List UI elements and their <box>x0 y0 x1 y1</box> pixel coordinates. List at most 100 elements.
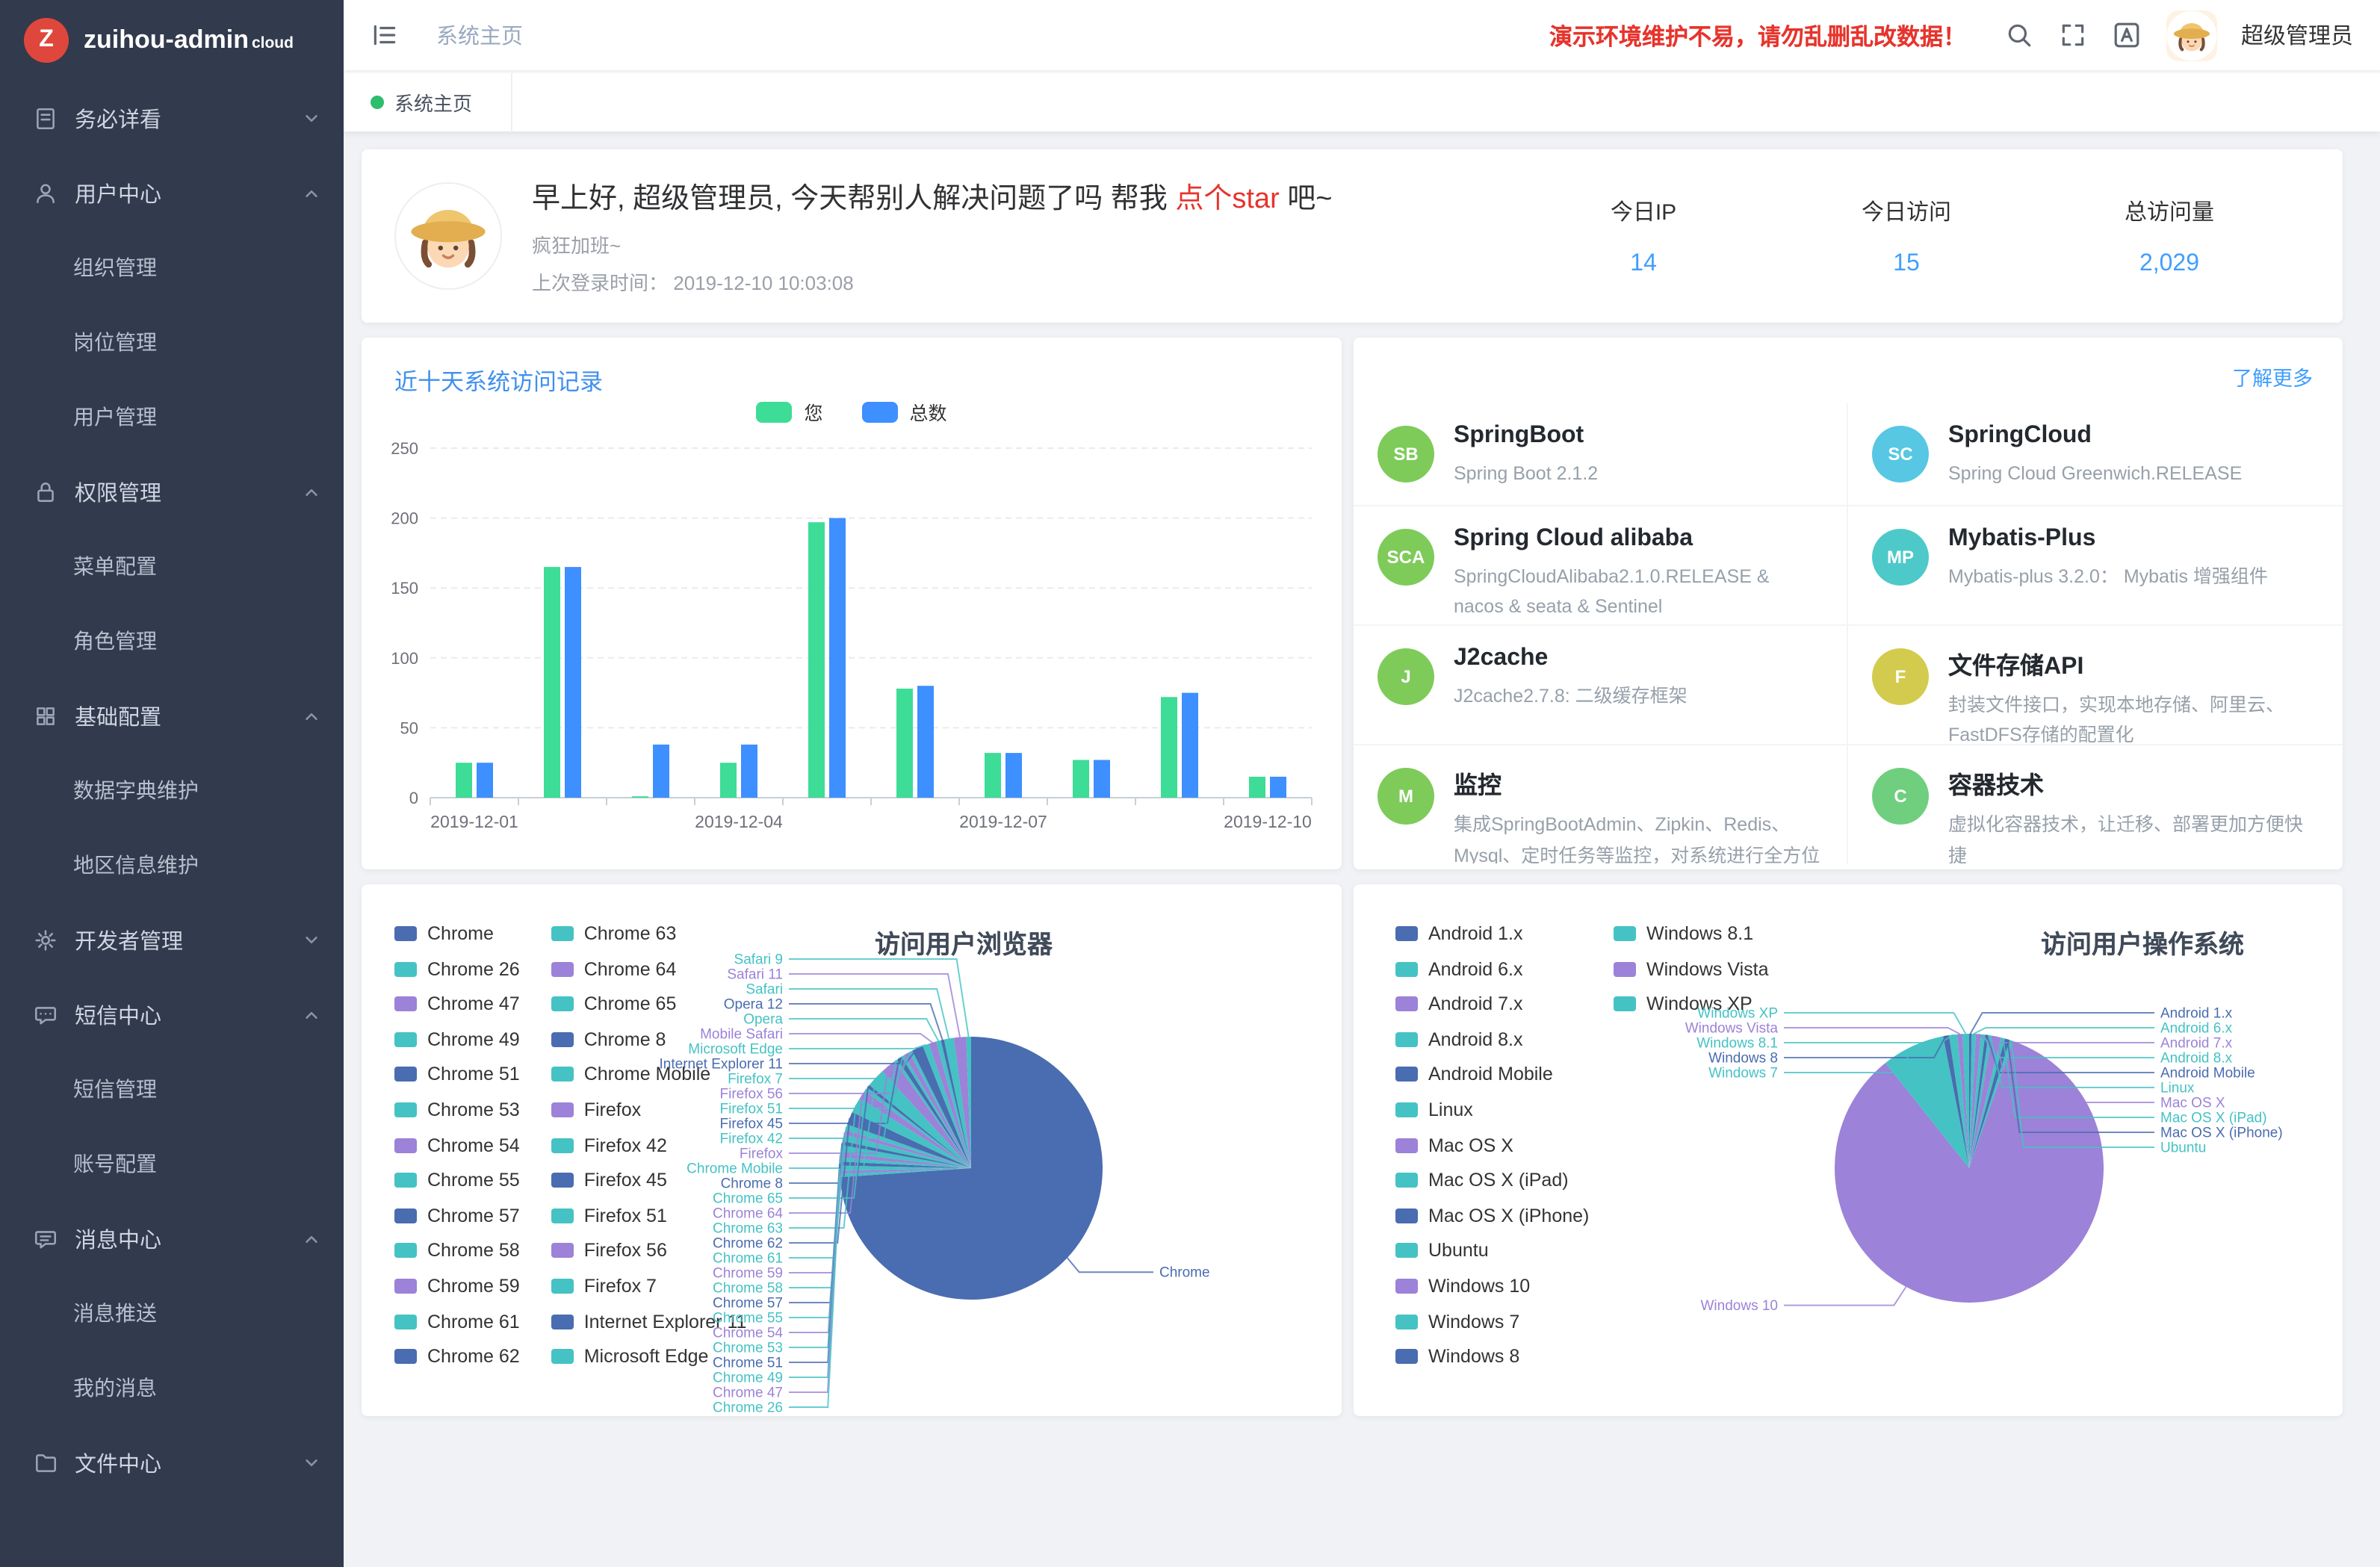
svg-text:2019-12-04: 2019-12-04 <box>695 812 783 831</box>
legend-item[interactable]: Windows 7 <box>1395 1311 1593 1332</box>
last-login: 上次登录时间： 2019-12-10 10:03:08 <box>532 267 1596 296</box>
legend-item[interactable]: 总数 <box>862 397 947 426</box>
legend-item[interactable]: Chrome 53 <box>394 1099 520 1120</box>
legend-label: Firefox 42 <box>584 1135 667 1155</box>
sidebar-subitem[interactable]: 短信管理 <box>0 1052 344 1126</box>
sidebar-subitem[interactable]: 数据字典维护 <box>0 753 344 828</box>
svg-text:250: 250 <box>391 439 418 458</box>
sidebar-subitem[interactable]: 角色管理 <box>0 603 344 678</box>
user-avatar[interactable] <box>2166 10 2217 60</box>
sidebar-subitem[interactable]: 用户管理 <box>0 379 344 454</box>
learn-more-link[interactable]: 了解更多 <box>2232 362 2313 391</box>
sidebar-subitem[interactable]: 地区信息维护 <box>0 828 344 902</box>
search-icon[interactable] <box>2005 20 2035 50</box>
sidebar-item-7[interactable]: 文件中心 <box>0 1425 344 1500</box>
visits-bar-chart[interactable]: 0501001502002502019-12-012019-12-042019-… <box>371 430 1333 843</box>
sidebar-subitem[interactable]: 组织管理 <box>0 230 344 305</box>
legend-item[interactable]: Chrome 55 <box>394 1170 520 1191</box>
legend-item[interactable]: Windows XP <box>1614 993 1769 1014</box>
legend-item[interactable]: Ubuntu <box>1395 1241 1593 1262</box>
legend-item[interactable]: Chrome 58 <box>394 1241 520 1262</box>
legend-item[interactable]: Chrome 51 <box>394 1064 520 1085</box>
feature-desc: Spring Boot 2.1.2 <box>1454 459 1598 489</box>
legend-label: Android 1.x <box>1428 923 1522 944</box>
sidebar-item-3[interactable]: 基础配置 <box>0 678 344 753</box>
legend-item[interactable]: Internet Explorer 11 <box>551 1311 747 1332</box>
legend-item[interactable]: Firefox <box>551 1099 747 1120</box>
feature-item: SBSpringBootSpring Boot 2.1.2 <box>1354 403 1848 506</box>
sidebar-subitem[interactable]: 我的消息 <box>0 1350 344 1425</box>
logo[interactable]: Z zuihou-admincloud <box>0 0 344 81</box>
pie-slice <box>870 1071 971 1168</box>
legend-marker <box>551 1208 574 1223</box>
legend-item[interactable]: Firefox 56 <box>551 1241 747 1262</box>
legend-item[interactable]: Chrome 8 <box>551 1029 747 1050</box>
tab-home[interactable]: 系统主页 <box>371 72 512 132</box>
legend-item[interactable]: Firefox 7 <box>551 1276 747 1297</box>
sidebar-subitem[interactable]: 账号配置 <box>0 1126 344 1201</box>
menu-fold-icon[interactable] <box>371 20 400 50</box>
sidebar-subitem[interactable]: 消息推送 <box>0 1276 344 1350</box>
pie-slice <box>897 1057 971 1168</box>
chevron-up-icon <box>303 1230 320 1247</box>
star-link[interactable]: 点个star <box>1175 184 1279 215</box>
os-chart-title: 访问用户操作系统 <box>2041 923 2244 961</box>
legend-item[interactable]: Firefox 45 <box>551 1170 747 1191</box>
legend-item[interactable]: Android Mobile <box>1395 1064 1593 1085</box>
fullscreen-icon[interactable] <box>2059 20 2089 50</box>
legend-item[interactable]: Firefox 51 <box>551 1205 747 1226</box>
legend-item[interactable]: Windows 8 <box>1395 1346 1593 1367</box>
feature-title: Mybatis-Plus <box>1948 525 2268 552</box>
sidebar-item-1[interactable]: 用户中心 <box>0 155 344 230</box>
legend-item[interactable]: Chrome <box>394 923 520 944</box>
font-size-icon[interactable] <box>2113 20 2142 50</box>
legend-item[interactable]: Windows 10 <box>1395 1276 1593 1297</box>
legend-label: Chrome 51 <box>427 1064 520 1085</box>
legend-item[interactable]: Chrome 59 <box>394 1276 520 1297</box>
legend-item[interactable]: Windows 8.1 <box>1614 923 1769 944</box>
legend-item[interactable]: Chrome 65 <box>551 993 747 1014</box>
pie-slice <box>902 1055 971 1169</box>
legend-item[interactable]: Chrome 49 <box>394 1029 520 1050</box>
legend-label: Internet Explorer 11 <box>584 1311 747 1332</box>
legend-item[interactable]: Chrome 63 <box>551 923 747 944</box>
sidebar-item-6[interactable]: 消息中心 <box>0 1201 344 1276</box>
legend-label: Windows 7 <box>1428 1311 1519 1332</box>
legend-item[interactable]: Android 6.x <box>1395 958 1593 979</box>
sidebar-item-label: 权限管理 <box>75 476 303 507</box>
legend-item[interactable]: Windows Vista <box>1614 958 1769 979</box>
username[interactable]: 超级管理员 <box>2241 19 2353 51</box>
legend-label: Chrome 64 <box>584 958 677 979</box>
legend-item[interactable]: Chrome 26 <box>394 958 520 979</box>
greeting-subtext: 疯狂加班~ <box>532 230 1596 258</box>
legend-item[interactable]: Chrome 61 <box>394 1311 520 1332</box>
legend-item[interactable]: Chrome 62 <box>394 1346 520 1367</box>
pie-slice <box>840 1168 971 1177</box>
legend-item[interactable]: 您 <box>756 397 822 426</box>
legend-item[interactable]: Chrome 64 <box>551 958 747 979</box>
legend-item[interactable]: Android 1.x <box>1395 923 1593 944</box>
legend-marker <box>394 1067 417 1082</box>
legend-item[interactable]: Mac OS X (iPad) <box>1395 1170 1593 1191</box>
sidebar-subitem[interactable]: 菜单配置 <box>0 529 344 603</box>
legend-item[interactable]: Linux <box>1395 1099 1593 1120</box>
legend-item[interactable]: Microsoft Edge <box>551 1346 747 1367</box>
sidebar-item-4[interactable]: 开发者管理 <box>0 902 344 977</box>
pie-slice <box>954 1037 971 1168</box>
sidebar-item-2[interactable]: 权限管理 <box>0 454 344 529</box>
visits-chart-title: 近十天系统访问记录 <box>394 364 603 397</box>
legend-item[interactable]: Android 8.x <box>1395 1029 1593 1050</box>
legend-item[interactable]: Mac OS X (iPhone) <box>1395 1205 1593 1226</box>
legend-item[interactable]: Firefox 42 <box>551 1135 747 1155</box>
legend-item[interactable]: Chrome 47 <box>394 993 520 1014</box>
legend-label: Windows 10 <box>1428 1276 1530 1297</box>
sidebar-item-5[interactable]: 短信中心 <box>0 977 344 1052</box>
notice-text: 演示环境维护不易，请勿乱删乱改数据！ <box>1549 19 1966 52</box>
legend-item[interactable]: Chrome 54 <box>394 1135 520 1155</box>
sidebar-item-0[interactable]: 务必详看 <box>0 81 344 155</box>
legend-item[interactable]: Android 7.x <box>1395 993 1593 1014</box>
legend-item[interactable]: Mac OS X <box>1395 1135 1593 1155</box>
legend-item[interactable]: Chrome 57 <box>394 1205 520 1226</box>
sidebar-subitem[interactable]: 岗位管理 <box>0 305 344 379</box>
legend-item[interactable]: Chrome Mobile <box>551 1064 747 1085</box>
